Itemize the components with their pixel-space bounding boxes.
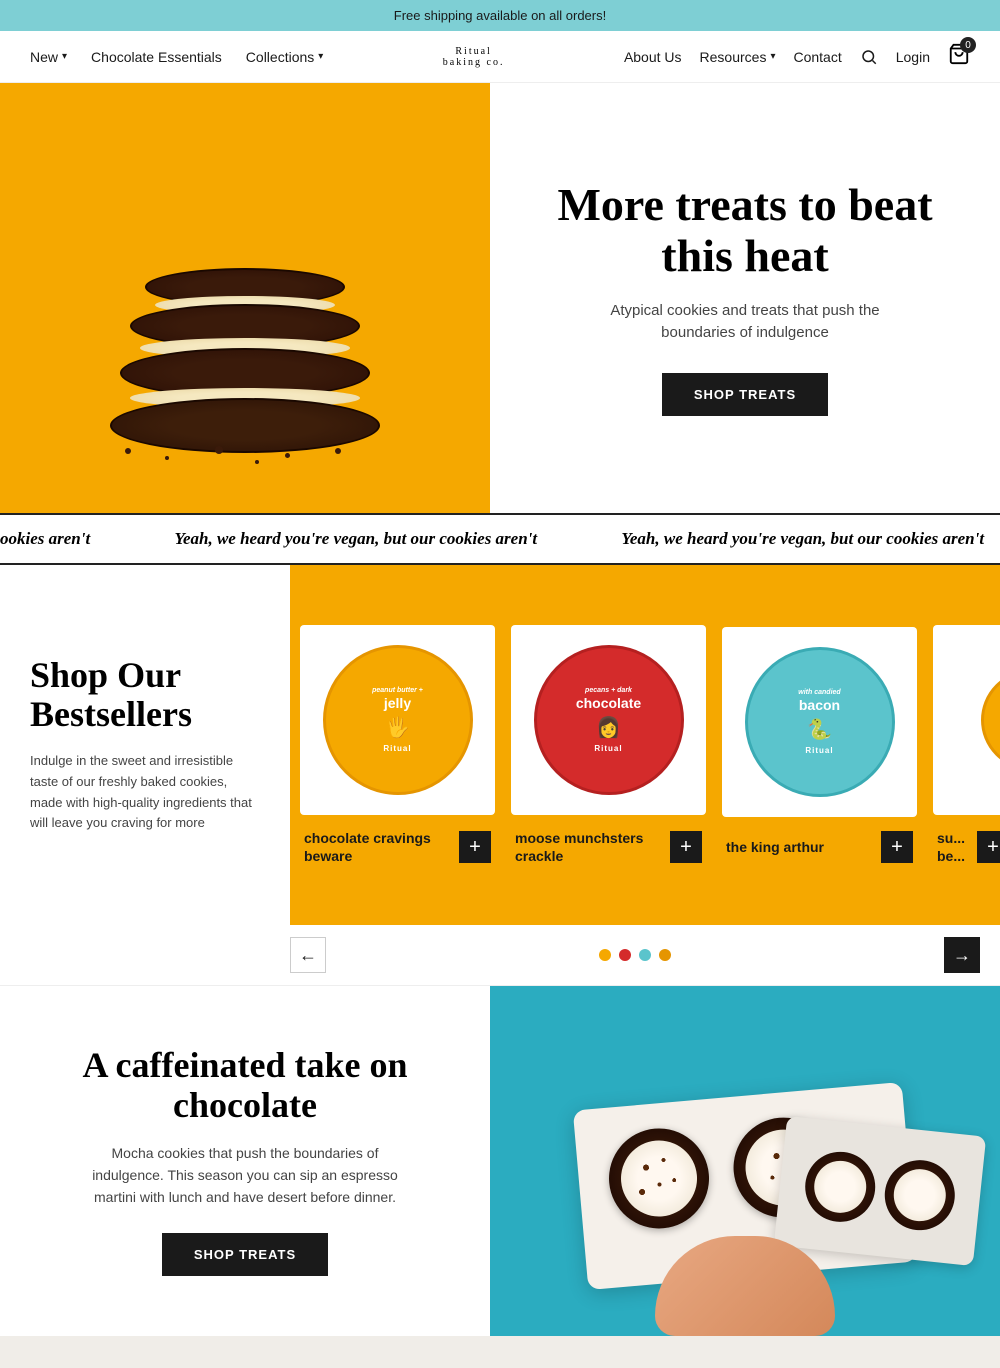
marquee-text-3: Yeah, we heard you're vegan, but our coo…	[621, 529, 984, 548]
bestsellers-info: Shop Our Bestsellers Indulge in the swee…	[0, 565, 290, 925]
carousel-prev-button[interactable]: ←	[290, 937, 326, 973]
carousel-dot-3[interactable]	[639, 949, 651, 961]
add-to-cart-button-3[interactable]: +	[881, 831, 913, 863]
product-bottom-4: su...be... +	[933, 829, 1000, 865]
chevron-down-icon: ▾	[62, 51, 67, 62]
product-bottom-1: chocolate cravings beware +	[300, 829, 495, 865]
caffeinated-visual	[490, 986, 1000, 1336]
login-button[interactable]: Login	[896, 49, 930, 65]
carousel-dot-2[interactable]	[619, 949, 631, 961]
nav-contact[interactable]: Contact	[793, 49, 841, 65]
chevron-down-icon: ▾	[318, 51, 323, 62]
product-badge-4	[981, 670, 1000, 770]
badge-label-3: with candied bacon 🐍 Ritual	[792, 683, 846, 761]
announcement-bar: Free shipping available on all orders!	[0, 0, 1000, 31]
cart-button[interactable]: 0	[948, 43, 970, 70]
nav-right: About Us Resources ▾ Contact Login 0	[624, 43, 970, 70]
second-tray	[774, 1116, 986, 1266]
marquee-track: ookies aren't Yeah, we heard you're vega…	[0, 529, 1000, 549]
carousel-dot-1[interactable]	[599, 949, 611, 961]
add-to-cart-button-4[interactable]: +	[977, 831, 1000, 863]
product-badge-1: peanut butter + jelly 🖐 Ritual	[323, 645, 473, 795]
product-card-1: peanut butter + jelly 🖐 Ritual chocolate…	[300, 625, 495, 865]
nav-collections[interactable]: Collections ▾	[246, 49, 324, 65]
hero-shop-treats-button[interactable]: SHOP TREATS	[662, 373, 828, 416]
product-card-4-partial: su...be... +	[933, 625, 1000, 865]
product-image-3: with candied bacon 🐍 Ritual	[722, 627, 917, 817]
cart-badge: 0	[960, 37, 976, 53]
badge-label-2: pecans + dark chocolate 👩 Ritual	[570, 681, 647, 759]
bestsellers-description: Indulge in the sweet and irresistible ta…	[30, 751, 260, 834]
product-badge-2: pecans + dark chocolate 👩 Ritual	[534, 645, 684, 795]
product-card-2: pecans + dark chocolate 👩 Ritual moose m…	[511, 625, 706, 865]
caffeinated-shop-treats-button[interactable]: SHOP TREATS	[162, 1233, 328, 1276]
carousel-next-button[interactable]: →	[944, 937, 980, 973]
snake-icon: 🐍	[798, 717, 840, 742]
marquee-banner: ookies aren't Yeah, we heard you're vega…	[0, 513, 1000, 565]
marquee-text: ookies aren't	[0, 529, 90, 548]
badge-label-1: peanut butter + jelly 🖐 Ritual	[366, 681, 429, 759]
carousel-dot-4[interactable]	[659, 949, 671, 961]
navigation: New ▾ Chocolate Essentials Collections ▾…	[0, 31, 1000, 83]
product-image-1: peanut butter + jelly 🖐 Ritual	[300, 625, 495, 815]
site-logo[interactable]: Ritual baking co.	[443, 46, 505, 68]
hand-icon: 🖐	[372, 715, 423, 740]
nav-left: New ▾ Chocolate Essentials Collections ▾	[30, 49, 323, 65]
hero-section: More treats to beat this heat Atypical c…	[0, 83, 1000, 513]
hero-image	[0, 83, 490, 513]
hero-title: More treats to beat this heat	[530, 180, 960, 281]
face-icon: 👩	[576, 715, 641, 740]
carousel-dots	[599, 949, 671, 961]
carousel-navigation: ← →	[0, 925, 1000, 986]
hero-content: More treats to beat this heat Atypical c…	[490, 83, 1000, 513]
footer-bar	[0, 1336, 1000, 1368]
hero-subtitle: Atypical cookies and treats that push th…	[585, 300, 905, 345]
add-to-cart-button-1[interactable]: +	[459, 831, 491, 863]
add-to-cart-button-2[interactable]: +	[670, 831, 702, 863]
caffeinated-title: A caffeinated take on chocolate	[50, 1046, 440, 1125]
announcement-text: Free shipping available on all orders!	[394, 8, 606, 23]
caffeinated-description: Mocha cookies that push the boundaries o…	[85, 1142, 405, 1209]
product-name-1: chocolate cravings beware	[304, 829, 459, 865]
search-icon[interactable]	[860, 48, 878, 66]
product-image-2: pecans + dark chocolate 👩 Ritual	[511, 625, 706, 815]
caffeinated-section: A caffeinated take on chocolate Mocha co…	[0, 986, 1000, 1336]
small-cookie-1	[802, 1148, 879, 1225]
nav-resources[interactable]: Resources ▾	[700, 49, 776, 65]
nav-chocolate-essentials[interactable]: Chocolate Essentials	[91, 49, 222, 65]
product-bottom-2: moose munchsters crackle +	[511, 829, 706, 865]
cookie-1	[605, 1124, 713, 1232]
product-name-4: su...be...	[937, 829, 965, 865]
cookie-crumbs	[85, 438, 405, 468]
small-cookie-2	[881, 1157, 958, 1234]
nav-new[interactable]: New ▾	[30, 49, 67, 65]
bestsellers-title: Shop Our Bestsellers	[30, 656, 260, 735]
caffeinated-image	[490, 986, 1000, 1336]
product-card-3: with candied bacon 🐍 Ritual the king art…	[722, 627, 917, 863]
product-bottom-3: the king arthur +	[722, 831, 917, 863]
product-name-3: the king arthur	[726, 838, 824, 856]
nav-about[interactable]: About Us	[624, 49, 682, 65]
marquee-text-2: Yeah, we heard you're vegan, but our coo…	[174, 529, 537, 548]
caffeinated-content: A caffeinated take on chocolate Mocha co…	[0, 986, 490, 1336]
product-badge-3: with candied bacon 🐍 Ritual	[745, 647, 895, 797]
chevron-down-icon: ▾	[770, 51, 775, 62]
product-name-2: moose munchsters crackle	[515, 829, 670, 865]
cookie-stack-image	[105, 108, 385, 488]
bestsellers-section: Shop Our Bestsellers Indulge in the swee…	[0, 565, 1000, 925]
product-image-4	[933, 625, 1000, 815]
bestsellers-products-grid: peanut butter + jelly 🖐 Ritual chocolate…	[290, 565, 1000, 925]
